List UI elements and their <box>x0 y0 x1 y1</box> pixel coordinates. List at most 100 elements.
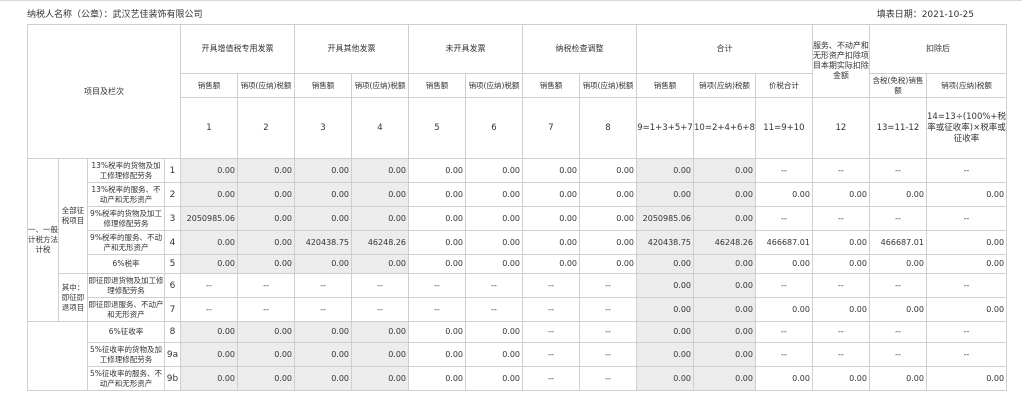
value-cell: 0.00 <box>294 342 352 367</box>
value-cell: 0.00 <box>237 342 295 367</box>
value-cell: 0.00 <box>579 182 637 207</box>
row-label: 9%税率的货物及加工修理修配劳务 <box>87 206 165 231</box>
value-cell: -- <box>754 273 813 298</box>
value-cell: 0.00 <box>693 182 756 207</box>
section-immediate-refund: 其中：即征即退项目 <box>58 273 88 322</box>
vat-detail-table: 项目及栏次 开具增值税专用发票 开具其他发票 未开具发票 纳税检查调整 合计 服… <box>27 24 1008 391</box>
table-row: 9%税率的服务、不动产和无形资产 4 0.00 0.00 420438.75 46248.… <box>28 230 1008 255</box>
value-cell: 0.00 <box>925 254 1008 274</box>
value-cell: 0.00 <box>408 206 466 231</box>
row-number: 7 <box>164 297 181 322</box>
form-header: 纳税人名称（公章）：武汉艺佳装饰有限公司 填表日期：2021-10-25 <box>27 8 974 22</box>
sub-header: 销项(应纳)税额 <box>693 73 756 98</box>
row-label: 6%税率 <box>87 254 165 274</box>
value-cell: 0.00 <box>237 321 295 343</box>
value-cell: 0.00 <box>465 254 523 274</box>
value-cell: 466687.01 <box>754 230 813 255</box>
column-number: 7 <box>522 97 580 159</box>
value-cell: -- <box>579 342 637 367</box>
value-cell: 0.00 <box>636 182 694 207</box>
value-cell: -- <box>522 366 580 391</box>
column-number: 5 <box>408 97 466 159</box>
value-cell: 0.00 <box>811 366 870 391</box>
row-label: 5%征收率的服务、不动产和无形资产 <box>87 366 165 391</box>
value-cell: 0.00 <box>180 254 238 274</box>
value-cell: 0.00 <box>351 342 409 367</box>
section-all-items: 全部征税项目 <box>58 158 88 274</box>
column-number: 14=13÷(100%+税率或征收率)×税率或征收率 <box>925 97 1008 159</box>
group-header: 扣除后 <box>868 24 1008 74</box>
value-cell: 0.00 <box>465 206 523 231</box>
value-cell: -- <box>180 297 238 322</box>
value-cell: 0.00 <box>811 254 870 274</box>
value-cell: 0.00 <box>294 182 352 207</box>
value-cell: 0.00 <box>465 158 523 183</box>
value-cell: -- <box>868 158 927 183</box>
table-row: 一、一般计税方法计税 全部征税项目 13%税率的货物及加工修理修配劳务 1 0.00 0.… <box>27 158 1008 322</box>
value-cell: 0.00 <box>408 321 466 343</box>
value-cell: 0.00 <box>693 206 756 231</box>
value-cell: 0.00 <box>754 254 813 274</box>
taxpayer-name: 纳税人名称（公章）：武汉艺佳装饰有限公司 <box>27 10 203 20</box>
value-cell: 0.00 <box>868 182 927 207</box>
row-label: 即征即退服务、不动产和无形资产 <box>87 297 165 322</box>
section-simple-method <box>27 321 88 391</box>
value-cell: 0.00 <box>351 366 409 391</box>
column-number: 2 <box>237 97 295 159</box>
value-cell: 2050985.06 <box>180 206 238 231</box>
value-cell: -- <box>754 342 813 367</box>
value-cell: -- <box>811 206 870 231</box>
value-cell: 0.00 <box>465 182 523 207</box>
value-cell: -- <box>522 273 580 298</box>
sub-header: 含税(免税)销售额 <box>868 73 927 98</box>
value-cell: -- <box>237 297 295 322</box>
value-cell: -- <box>237 273 295 298</box>
value-cell: 0.00 <box>693 297 756 322</box>
sub-header: 销售额 <box>294 73 352 98</box>
value-cell: 0.00 <box>351 321 409 343</box>
value-cell: 0.00 <box>294 366 352 391</box>
value-cell: 0.00 <box>408 230 466 255</box>
table-row: 即征即退服务、不动产和无形资产 7 -- -- -- -- -- -- -- -- 0.00 0.00… <box>28 297 1008 322</box>
value-cell: -- <box>408 297 466 322</box>
value-cell: 0.00 <box>237 182 295 207</box>
value-cell: 0.00 <box>522 206 580 231</box>
column-number: 11=9+10 <box>754 97 813 159</box>
row-label: 9%税率的服务、不动产和无形资产 <box>87 230 165 255</box>
value-cell: -- <box>294 273 352 298</box>
value-cell: 0.00 <box>636 273 694 298</box>
value-cell: 0.00 <box>579 158 637 183</box>
value-cell: 0.00 <box>636 158 694 183</box>
sub-header: 价税合计 <box>754 73 813 98</box>
value-cell: -- <box>579 273 637 298</box>
value-cell: -- <box>579 297 637 322</box>
value-cell: 0.00 <box>579 254 637 274</box>
value-cell: 0.00 <box>925 297 1008 322</box>
value-cell: 0.00 <box>868 297 927 322</box>
table-row: 9%税率的货物及加工修理修配劳务 3 2050985.06 0.00 0.00 0.00 0… <box>28 206 1008 231</box>
value-cell: 0.00 <box>754 366 813 391</box>
value-cell: 0.00 <box>868 366 927 391</box>
value-cell: 0.00 <box>811 297 870 322</box>
value-cell: 0.00 <box>294 254 352 274</box>
group-header: 开具增值税专用发票 <box>180 24 295 74</box>
row-label: 13%税率的货物及加工修理修配劳务 <box>87 158 165 183</box>
group-header: 开具其他发票 <box>294 24 409 74</box>
table-row: 13%税率的服务、不动产和无形资产 2 0.00 0.00 0.00 0.00 0.00 0.… <box>28 182 1008 207</box>
row-number: 2 <box>164 182 181 207</box>
value-cell: 0.00 <box>408 158 466 183</box>
value-cell: 0.00 <box>351 206 409 231</box>
row-number: 5 <box>164 254 181 274</box>
value-cell: 0.00 <box>811 230 870 255</box>
column-number: 8 <box>579 97 637 159</box>
value-cell: 0.00 <box>408 342 466 367</box>
value-cell: 0.00 <box>237 230 295 255</box>
value-cell: 420438.75 <box>294 230 352 255</box>
value-cell: 0.00 <box>693 321 756 343</box>
value-cell: 0.00 <box>180 342 238 367</box>
sub-header: 销售额 <box>408 73 466 98</box>
value-cell: 0.00 <box>636 366 694 391</box>
value-cell: -- <box>811 273 870 298</box>
value-cell: 0.00 <box>693 273 756 298</box>
value-cell: -- <box>579 321 637 343</box>
